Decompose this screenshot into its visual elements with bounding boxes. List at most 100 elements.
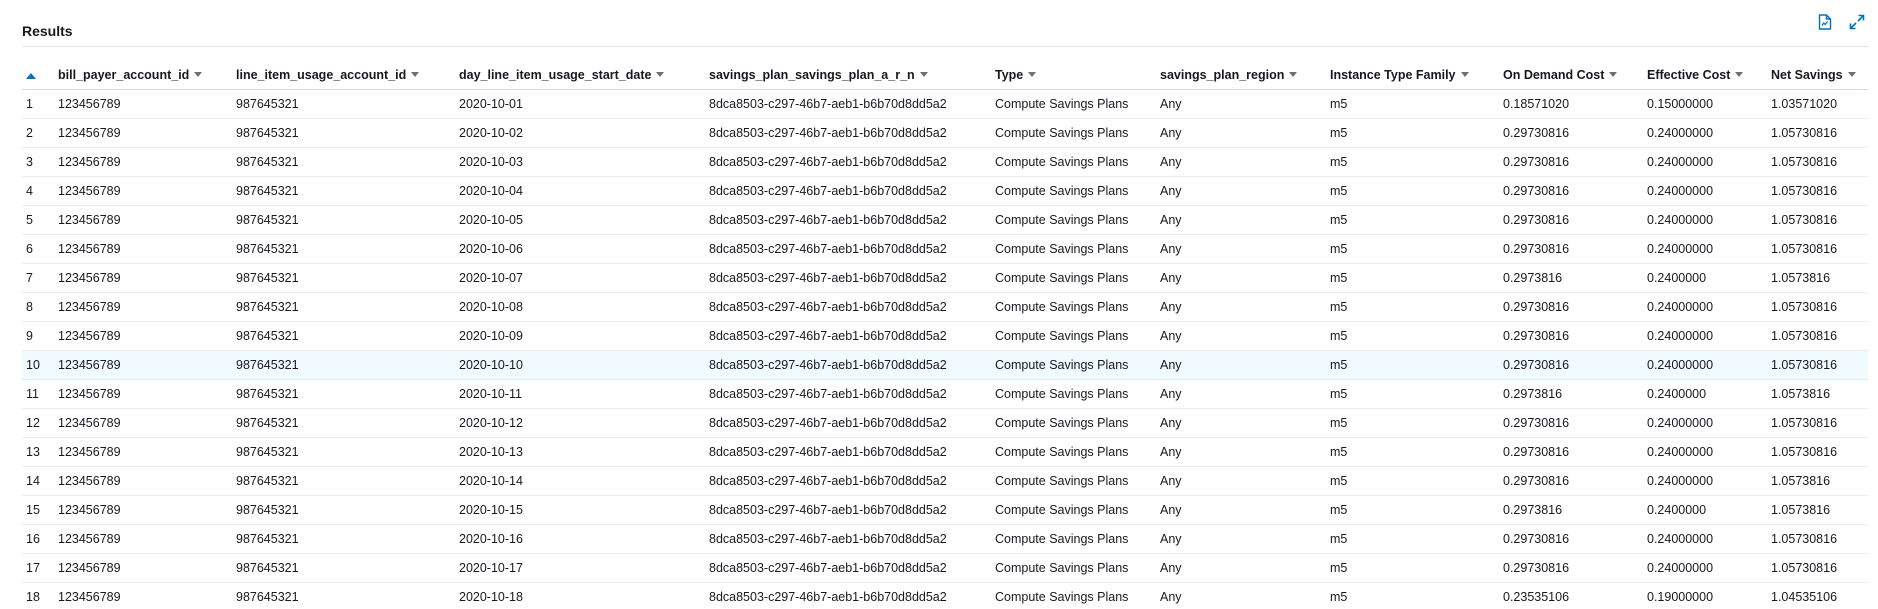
caret-down-icon[interactable]: [1289, 72, 1298, 78]
column-header[interactable]: bill_payer_account_id: [54, 61, 232, 90]
table-cell: Any: [1156, 147, 1326, 177]
table-cell: Compute Savings Plans: [991, 263, 1156, 293]
table-cell: 8dca8503-c297-46b7-aeb1-b6b70d8dd5a2: [705, 553, 991, 583]
table-cell: 1.05730816: [1767, 118, 1868, 148]
table-cell: Compute Savings Plans: [991, 176, 1156, 206]
column-header[interactable]: day_line_item_usage_start_date: [455, 61, 705, 90]
table-cell: 123456789: [54, 147, 232, 177]
table-row[interactable]: 2 123456789 987645321 2020-10-02 8dca8503-c2…: [22, 118, 1868, 148]
table-cell: 1.0573816: [1767, 495, 1868, 525]
caret-down-icon[interactable]: [1460, 72, 1469, 78]
table-cell: 1.03571020: [1767, 89, 1868, 119]
expand-icon[interactable]: [1848, 13, 1866, 31]
row-index-cell: 5: [22, 205, 54, 235]
table-cell: m5: [1326, 379, 1499, 409]
table-row[interactable]: 13 123456789 987645321 2020-10-13 8dca8503-c…: [22, 437, 1868, 467]
table-cell: 2020-10-02: [455, 118, 705, 148]
table-cell: 8dca8503-c297-46b7-aeb1-b6b70d8dd5a2: [705, 350, 991, 380]
table-cell: 8dca8503-c297-46b7-aeb1-b6b70d8dd5a2: [705, 379, 991, 409]
table-cell: Compute Savings Plans: [991, 292, 1156, 322]
table-row[interactable]: 18 123456789 987645321 2020-10-18 8dca8503-c…: [22, 582, 1868, 609]
table-cell: 8dca8503-c297-46b7-aeb1-b6b70d8dd5a2: [705, 466, 991, 496]
table-row[interactable]: 5 123456789 987645321 2020-10-05 8dca8503-c2…: [22, 205, 1868, 235]
caret-down-icon[interactable]: [1609, 72, 1618, 78]
table-cell: 1.05730816: [1767, 234, 1868, 264]
table-cell: Compute Savings Plans: [991, 89, 1156, 119]
table-cell: 0.24000000: [1643, 205, 1767, 235]
table-cell: 8dca8503-c297-46b7-aeb1-b6b70d8dd5a2: [705, 263, 991, 293]
column-header[interactable]: On Demand Cost: [1499, 61, 1643, 90]
table-cell: 8dca8503-c297-46b7-aeb1-b6b70d8dd5a2: [705, 495, 991, 525]
table-cell: 2020-10-07: [455, 263, 705, 293]
table-cell: 987645321: [232, 379, 455, 409]
column-header[interactable]: Instance Type Family: [1326, 61, 1499, 90]
column-header[interactable]: Type: [991, 61, 1156, 90]
table-row[interactable]: 3 123456789 987645321 2020-10-03 8dca8503-c2…: [22, 147, 1868, 177]
export-document-icon[interactable]: [1816, 13, 1834, 31]
table-cell: 123456789: [54, 495, 232, 525]
row-index-cell: 15: [22, 495, 54, 525]
table-cell: 987645321: [232, 263, 455, 293]
table-cell: 0.2973816: [1499, 495, 1643, 525]
table-cell: 8dca8503-c297-46b7-aeb1-b6b70d8dd5a2: [705, 205, 991, 235]
caret-down-icon[interactable]: [919, 72, 928, 78]
row-index-cell: 17: [22, 553, 54, 583]
table-cell: 987645321: [232, 466, 455, 496]
table-row[interactable]: 10 123456789 987645321 2020-10-10 8dca8503-c…: [22, 350, 1868, 380]
caret-down-icon[interactable]: [1847, 72, 1856, 78]
table-cell: 2020-10-13: [455, 437, 705, 467]
table-cell: Any: [1156, 205, 1326, 235]
caret-down-icon[interactable]: [411, 72, 420, 78]
index-column-header[interactable]: [22, 61, 54, 90]
caret-down-icon[interactable]: [1735, 72, 1744, 78]
table-cell: 0.24000000: [1643, 437, 1767, 467]
table-cell: 2020-10-09: [455, 321, 705, 351]
table-cell: Any: [1156, 582, 1326, 609]
caret-down-icon[interactable]: [656, 72, 665, 78]
table-cell: m5: [1326, 408, 1499, 438]
row-index-cell: 9: [22, 321, 54, 351]
table-row[interactable]: 17 123456789 987645321 2020-10-17 8dca8503-c…: [22, 553, 1868, 583]
table-cell: 8dca8503-c297-46b7-aeb1-b6b70d8dd5a2: [705, 321, 991, 351]
column-header-label: savings_plan_savings_plan_a_r_n: [709, 68, 915, 82]
caret-down-icon[interactable]: [1028, 72, 1037, 78]
table-cell: 0.29730816: [1499, 524, 1643, 554]
table-cell: 0.23535106: [1499, 582, 1643, 609]
column-header[interactable]: savings_plan_region: [1156, 61, 1326, 90]
table-row[interactable]: 16 123456789 987645321 2020-10-16 8dca8503-c…: [22, 524, 1868, 554]
table-row[interactable]: 15 123456789 987645321 2020-10-15 8dca8503-c…: [22, 495, 1868, 525]
table-row[interactable]: 4 123456789 987645321 2020-10-04 8dca8503-c2…: [22, 176, 1868, 206]
table-cell: 2020-10-18: [455, 582, 705, 609]
table-cell: 0.24000000: [1643, 292, 1767, 322]
table-row[interactable]: 8 123456789 987645321 2020-10-08 8dca8503-c2…: [22, 292, 1868, 322]
row-index-cell: 10: [22, 350, 54, 380]
table-cell: 1.05730816: [1767, 321, 1868, 351]
column-header-label: bill_payer_account_id: [58, 68, 190, 82]
column-header[interactable]: savings_plan_savings_plan_a_r_n: [705, 61, 991, 90]
table-cell: 0.24000000: [1643, 118, 1767, 148]
table-cell: 987645321: [232, 524, 455, 554]
table-row[interactable]: 11 123456789 987645321 2020-10-11 8dca8503-c…: [22, 379, 1868, 409]
table-cell: 123456789: [54, 321, 232, 351]
table-row[interactable]: 7 123456789 987645321 2020-10-07 8dca8503-c2…: [22, 263, 1868, 293]
table-cell: 1.05730816: [1767, 408, 1868, 438]
caret-down-icon[interactable]: [194, 72, 203, 78]
column-header-label: Instance Type Family: [1330, 68, 1456, 82]
table-cell: 0.2400000: [1643, 263, 1767, 293]
table-row[interactable]: 1 123456789 987645321 2020-10-01 8dca8503-c2…: [22, 89, 1868, 119]
table-row[interactable]: 6 123456789 987645321 2020-10-06 8dca8503-c2…: [22, 234, 1868, 264]
table-cell: Compute Savings Plans: [991, 321, 1156, 351]
table-row[interactable]: 12 123456789 987645321 2020-10-12 8dca8503-c…: [22, 408, 1868, 438]
table-cell: 0.24000000: [1643, 176, 1767, 206]
table-row[interactable]: 14 123456789 987645321 2020-10-14 8dca8503-c…: [22, 466, 1868, 496]
column-header[interactable]: Effective Cost: [1643, 61, 1767, 90]
column-header-label: savings_plan_region: [1160, 68, 1285, 82]
row-index-cell: 11: [22, 379, 54, 409]
table-cell: 0.24000000: [1643, 234, 1767, 264]
table-cell: Compute Savings Plans: [991, 553, 1156, 583]
column-header[interactable]: line_item_usage_account_id: [232, 61, 455, 90]
column-header[interactable]: Net Savings: [1767, 61, 1868, 90]
table-cell: 0.29730816: [1499, 553, 1643, 583]
table-cell: 8dca8503-c297-46b7-aeb1-b6b70d8dd5a2: [705, 118, 991, 148]
table-row[interactable]: 9 123456789 987645321 2020-10-09 8dca8503-c2…: [22, 321, 1868, 351]
